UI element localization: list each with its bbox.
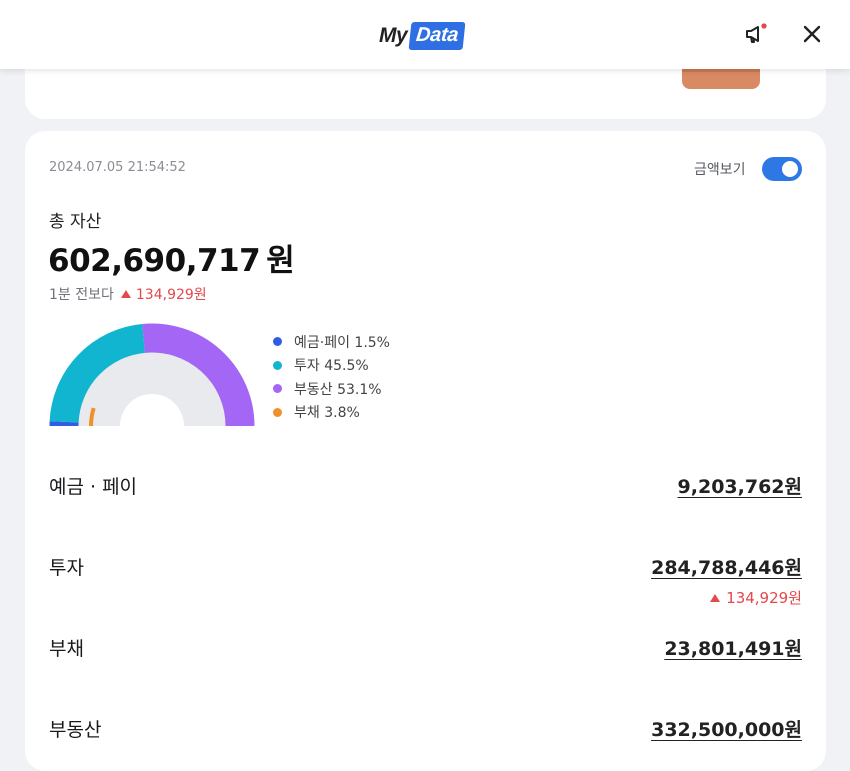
top-bar: My Data — [0, 0, 850, 69]
timestamp: 2024.07.05 21:54:52 — [49, 160, 186, 175]
total-assets-amount: 602,690,717 — [48, 243, 260, 279]
legend-label: 부채 3.8% — [294, 402, 360, 422]
show-amount-label: 금액보기 — [694, 159, 746, 179]
legend-label: 부동산 53.1% — [294, 379, 382, 399]
legend-item: 부동산 53.1% — [273, 377, 390, 401]
close-icon — [802, 24, 822, 44]
legend-label: 예금·페이 1.5% — [294, 332, 390, 352]
logo-my-text: My — [379, 24, 407, 48]
row-deposit-pay: 예금 · 페이 9,203,762원 — [49, 472, 802, 502]
notice-button[interactable] — [741, 20, 771, 50]
row-change-value: 134,929원 — [726, 587, 802, 608]
show-amount-toggle[interactable] — [762, 157, 802, 181]
illustration-image — [682, 69, 760, 89]
row-value-link[interactable]: 284,788,446원 — [651, 553, 802, 580]
row-change: 134,929원 — [710, 587, 802, 608]
row-real-estate: 부동산 332,500,000원 — [49, 715, 802, 745]
total-assets-card: 2024.07.05 21:54:52 금액보기 총 자산 602,690,71… — [25, 131, 826, 771]
up-triangle-icon — [121, 290, 131, 298]
change-value: 134,929원 — [136, 284, 207, 304]
megaphone-icon — [743, 22, 769, 48]
close-button[interactable] — [797, 19, 827, 49]
mydata-logo: My Data — [379, 19, 464, 53]
up-triangle-icon — [710, 594, 720, 602]
row-investment: 투자 284,788,446원 134,929원 — [49, 553, 802, 583]
toggle-knob — [782, 161, 798, 177]
legend-dot-icon — [273, 408, 282, 417]
row-label: 예금 · 페이 — [49, 472, 137, 499]
legend-dot-icon — [273, 337, 282, 346]
chart-legend: 예금·페이 1.5% 투자 45.5% 부동산 53.1% 부채 3.8% — [273, 330, 390, 424]
asset-gauge-chart — [47, 319, 257, 431]
row-debt: 부채 23,801,491원 — [49, 634, 802, 664]
total-assets-label: 총 자산 — [49, 207, 101, 232]
legend-dot-icon — [273, 361, 282, 370]
row-label: 투자 — [49, 553, 84, 580]
total-assets-value: 602,690,717원 — [48, 235, 294, 280]
legend-item: 투자 45.5% — [273, 354, 390, 378]
total-assets-unit: 원 — [266, 243, 294, 279]
legend-item: 부채 3.8% — [273, 401, 390, 425]
legend-label: 투자 45.5% — [294, 355, 369, 375]
change-label: 1분 전보다 — [49, 284, 114, 304]
logo-data-badge: Data — [409, 22, 466, 50]
legend-item: 예금·페이 1.5% — [273, 330, 390, 354]
change-row: 1분 전보다 134,929원 — [49, 284, 207, 304]
row-label: 부동산 — [49, 715, 101, 742]
row-value-link[interactable]: 9,203,762원 — [678, 472, 802, 499]
row-value-link[interactable]: 23,801,491원 — [664, 634, 802, 661]
row-value-link[interactable]: 332,500,000원 — [651, 715, 802, 742]
legend-dot-icon — [273, 384, 282, 393]
row-label: 부채 — [49, 634, 84, 661]
